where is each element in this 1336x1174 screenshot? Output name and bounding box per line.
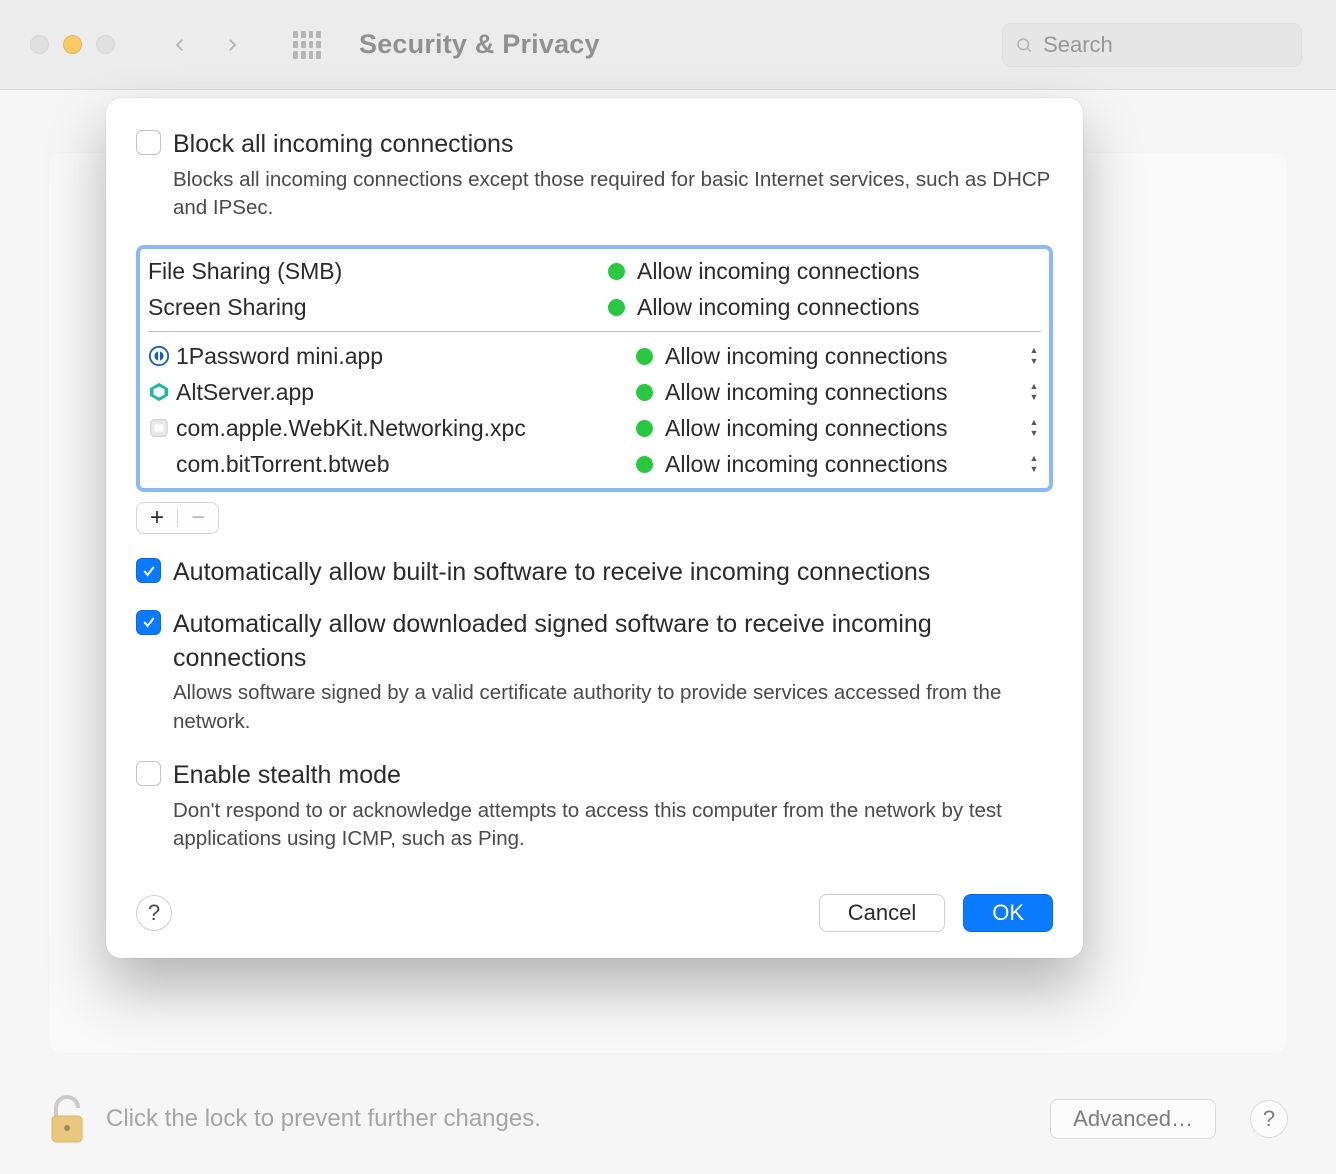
add-app-button[interactable]: +	[137, 503, 177, 533]
app-name: 1Password mini.app	[176, 343, 636, 370]
app-name: AltServer.app	[176, 379, 636, 406]
window-controls	[30, 35, 115, 54]
lock-icon[interactable]	[48, 1094, 86, 1144]
stealth-desc: Don't respond to or acknowledge attempts…	[173, 797, 1053, 854]
status-dot-icon	[636, 420, 653, 437]
help-button[interactable]: ?	[1250, 1100, 1288, 1138]
status-text[interactable]: Allow incoming connections	[665, 451, 1019, 478]
firewall-app-list[interactable]: File Sharing (SMB) Allow incoming connect…	[136, 245, 1053, 492]
remove-app-button[interactable]: −	[178, 503, 218, 533]
status-popup-arrows-icon[interactable]: ▲▼	[1027, 382, 1041, 402]
list-item[interactable]: com.apple.WebKit.Networking.xpc Allow inc…	[148, 410, 1041, 446]
ok-button[interactable]: OK	[963, 894, 1053, 932]
app-name: com.apple.WebKit.Networking.xpc	[176, 415, 636, 442]
forward-button[interactable]	[223, 36, 241, 54]
status-dot-icon	[636, 456, 653, 473]
page-title: Security & Privacy	[359, 29, 600, 60]
toolbar: Security & Privacy	[0, 0, 1336, 90]
nav-arrows	[171, 36, 241, 54]
back-button[interactable]	[171, 36, 189, 54]
app-name: Screen Sharing	[148, 294, 608, 321]
lock-row: Click the lock to prevent further change…	[48, 1094, 1288, 1144]
status-popup-arrows-icon[interactable]: ▲▼	[1027, 454, 1041, 474]
lock-text: Click the lock to prevent further change…	[106, 1105, 1030, 1133]
advanced-button[interactable]: Advanced…	[1050, 1099, 1216, 1139]
show-all-prefs-button[interactable]	[293, 31, 321, 59]
firewall-options-sheet: Block all incoming connections Blocks al…	[106, 98, 1083, 958]
list-item[interactable]: AltServer.app Allow incoming connections ▲…	[148, 374, 1041, 410]
list-separator	[148, 331, 1041, 332]
status-text[interactable]: Allow incoming connections	[665, 415, 1019, 442]
app-name: com.bitTorrent.btweb	[176, 451, 636, 478]
status-dot-icon	[608, 299, 625, 316]
onepassword-icon	[148, 345, 170, 367]
status-text: Allow incoming connections	[637, 258, 1041, 285]
list-item[interactable]: File Sharing (SMB) Allow incoming connect…	[148, 253, 1041, 289]
status-dot-icon	[608, 263, 625, 280]
block-all-checkbox[interactable]	[136, 130, 161, 155]
stealth-label: Enable stealth mode	[173, 759, 401, 793]
auto-signed-checkbox[interactable]	[136, 610, 161, 635]
search-field[interactable]	[1002, 23, 1302, 67]
auto-signed-desc: Allows software signed by a valid certif…	[173, 679, 1053, 736]
search-icon	[1015, 35, 1033, 55]
close-button[interactable]	[30, 35, 49, 54]
status-popup-arrows-icon[interactable]: ▲▼	[1027, 346, 1041, 366]
status-dot-icon	[636, 384, 653, 401]
status-text: Allow incoming connections	[637, 294, 1041, 321]
auto-builtin-label: Automatically allow built-in software to…	[173, 556, 930, 590]
status-text[interactable]: Allow incoming connections	[665, 343, 1019, 370]
search-input[interactable]	[1041, 31, 1289, 59]
xpc-icon	[148, 417, 170, 439]
stealth-checkbox[interactable]	[136, 761, 161, 786]
auto-builtin-checkbox[interactable]	[136, 558, 161, 583]
list-item[interactable]: com.bitTorrent.btweb Allow incoming conne…	[148, 446, 1041, 482]
auto-signed-label: Automatically allow downloaded signed so…	[173, 608, 1053, 676]
app-name: File Sharing (SMB)	[148, 258, 608, 285]
block-all-desc: Blocks all incoming connections except t…	[173, 166, 1053, 223]
altserver-icon	[148, 381, 170, 403]
list-item[interactable]: Screen Sharing Allow incoming connections	[148, 289, 1041, 325]
sheet-help-button[interactable]: ?	[136, 895, 172, 931]
cancel-button[interactable]: Cancel	[819, 894, 945, 932]
add-remove-controls: + −	[136, 502, 219, 534]
list-item[interactable]: 1Password mini.app Allow incoming connect…	[148, 338, 1041, 374]
status-popup-arrows-icon[interactable]: ▲▼	[1027, 418, 1041, 438]
status-text[interactable]: Allow incoming connections	[665, 379, 1019, 406]
minimize-button[interactable]	[63, 35, 82, 54]
status-dot-icon	[636, 348, 653, 365]
block-all-label: Block all incoming connections	[173, 128, 513, 162]
zoom-button[interactable]	[96, 35, 115, 54]
none-icon	[148, 453, 170, 475]
